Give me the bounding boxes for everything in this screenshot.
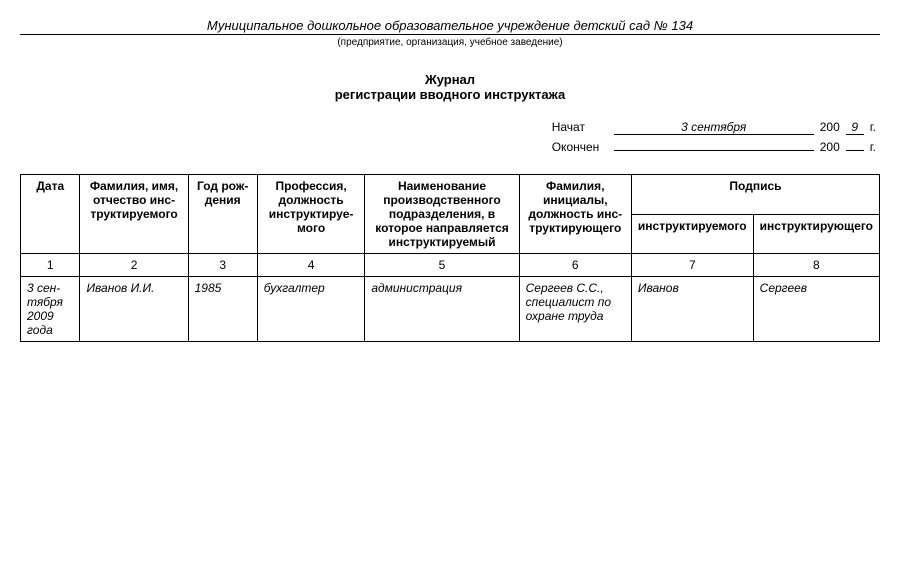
org-subtitle: (предприятие, организация, учебное завед… <box>20 37 880 48</box>
start-year: 9 <box>846 120 864 135</box>
coln-8: 8 <box>753 254 879 277</box>
end-year <box>846 137 864 151</box>
org-title: Муниципальное дошкольное образовательное… <box>20 18 880 35</box>
year-suffix-end: г. <box>870 140 876 154</box>
coln-4: 4 <box>257 254 365 277</box>
coln-2: 2 <box>80 254 188 277</box>
cell-prof: бухгалтер <box>257 277 365 342</box>
colnum-row: 1 2 3 4 5 6 7 8 <box>21 254 880 277</box>
end-century: 200 <box>820 140 840 154</box>
coln-3: 3 <box>188 254 257 277</box>
doc-title-line2: регистрации вводного инструктажа <box>20 87 880 102</box>
cell-instructor: Сергеев С.С., специалист по охране труда <box>519 277 631 342</box>
start-century: 200 <box>820 120 840 134</box>
org-header: Муниципальное дошкольное образовательное… <box>20 18 880 48</box>
coln-6: 6 <box>519 254 631 277</box>
th-fio: Фамилия, имя, отчество инс­труктируемого <box>80 175 188 254</box>
cell-sign2: Сергеев <box>753 277 879 342</box>
start-date-row: Начат 3 сентября 200 9 г. <box>552 120 876 135</box>
cell-fio: Иванов И.И. <box>80 277 188 342</box>
th-date: Дата <box>21 175 80 254</box>
log-table: Дата Фамилия, имя, отчество инс­труктиру… <box>20 174 880 342</box>
table-row: 3 сен­тября 2009 года Иванов И.И. 1985 б… <box>21 277 880 342</box>
cell-dept: администрация <box>365 277 519 342</box>
start-label: Начат <box>552 120 608 134</box>
doc-title-line1: Журнал <box>20 72 880 87</box>
date-block: Начат 3 сентября 200 9 г. Окончен 200 г. <box>20 120 880 156</box>
th-birth: Год рож­дения <box>188 175 257 254</box>
th-dept: Наименование производственного подраздел… <box>365 175 519 254</box>
coln-5: 5 <box>365 254 519 277</box>
end-label: Окончен <box>552 140 608 154</box>
coln-7: 7 <box>631 254 753 277</box>
coln-1: 1 <box>21 254 80 277</box>
th-sign1: инструктируемого <box>631 214 753 254</box>
start-date-value: 3 сентября <box>614 120 814 135</box>
cell-birth: 1985 <box>188 277 257 342</box>
end-date-row: Окончен 200 г. <box>552 137 876 154</box>
year-suffix: г. <box>870 120 876 134</box>
cell-sign1: Иванов <box>631 277 753 342</box>
th-sign-group: Подпись <box>631 175 879 215</box>
th-instructor: Фамилия, инициалы, должность инс­труктир… <box>519 175 631 254</box>
end-date-value <box>614 137 814 151</box>
th-prof: Профессия, должность инструктируе­мого <box>257 175 365 254</box>
th-sign2: инструктирующего <box>753 214 879 254</box>
cell-date: 3 сен­тября 2009 года <box>21 277 80 342</box>
